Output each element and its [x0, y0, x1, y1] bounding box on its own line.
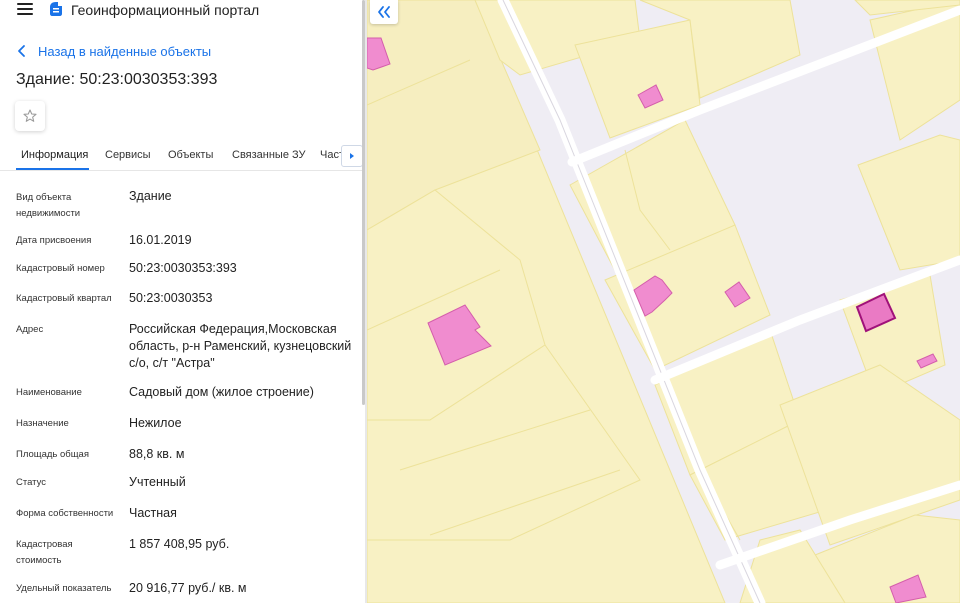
property-label: Статус [16, 477, 47, 488]
hamburger-menu-icon[interactable] [17, 3, 33, 15]
property-value: 50:23:0030353 [129, 291, 213, 305]
object-title: Здание: 50:23:0030353:393 [16, 71, 218, 88]
property-label: Вид объекта недвижимости [16, 192, 81, 219]
property-label: Назначение [16, 418, 69, 429]
property-value: Здание [129, 189, 172, 203]
app-title: Геоинформационный портал [71, 2, 260, 18]
property-label: Площадь общая [16, 449, 89, 460]
property-value: Российская Федерация,Московская область,… [129, 322, 352, 370]
parcel[interactable] [857, 134, 960, 271]
property-label: Удельный показатель [16, 583, 112, 594]
info-panel: Геоинформационный портал Назад в найденн… [0, 0, 367, 603]
property-label: Форма собственности [16, 508, 114, 519]
property-value: Учтенный [129, 475, 186, 489]
property-value: 20 916,77 руб./ кв. м [129, 581, 247, 595]
property-label: Наименование [16, 387, 82, 398]
chevron-left-icon [18, 45, 25, 57]
caret-right-icon [350, 153, 354, 159]
property-value: Садовый дом (жилое строение) [129, 385, 314, 399]
portal-logo-icon [48, 1, 64, 17]
property-label: Дата присвоения [16, 235, 92, 246]
star-outline-icon [23, 109, 37, 122]
favorite-button[interactable] [15, 101, 45, 131]
property-label: Адрес [16, 324, 44, 335]
property-value: Частная [129, 506, 177, 520]
property-value: 16.01.2019 [129, 233, 192, 247]
tab-related-parcels[interactable]: Связанные ЗУ [232, 149, 306, 161]
map-canvas[interactable] [367, 0, 960, 603]
parcel[interactable] [869, 0, 960, 141]
active-tab-indicator [16, 168, 89, 170]
top-bar: Геоинформационный портал [0, 0, 360, 22]
collapse-panel-button[interactable] [370, 0, 398, 24]
tab-information[interactable]: Информация [21, 149, 88, 161]
back-to-results-link[interactable]: Назад в найденные объекты [16, 42, 211, 60]
tab-scroll-right-button[interactable] [341, 145, 363, 167]
property-value: 88,8 кв. м [129, 447, 185, 461]
property-value: 1 857 408,95 руб. [129, 537, 230, 551]
property-label: Кадастровый квартал [16, 293, 112, 304]
back-link-label: Назад в найденные объекты [38, 43, 212, 59]
tab-objects[interactable]: Объекты [168, 149, 213, 161]
cadastral-map[interactable] [367, 0, 960, 603]
double-chevron-left-icon [378, 6, 390, 18]
property-label: Кадастровый номер [16, 263, 105, 274]
tab-bar: Информация Сервисы Объекты Связанные ЗУ … [0, 141, 362, 171]
tab-services[interactable]: Сервисы [105, 149, 151, 161]
property-value: 50:23:0030353:393 [129, 261, 237, 275]
property-value: Нежилое [129, 416, 182, 430]
property-label: Кадастровая стоимость [16, 539, 73, 566]
